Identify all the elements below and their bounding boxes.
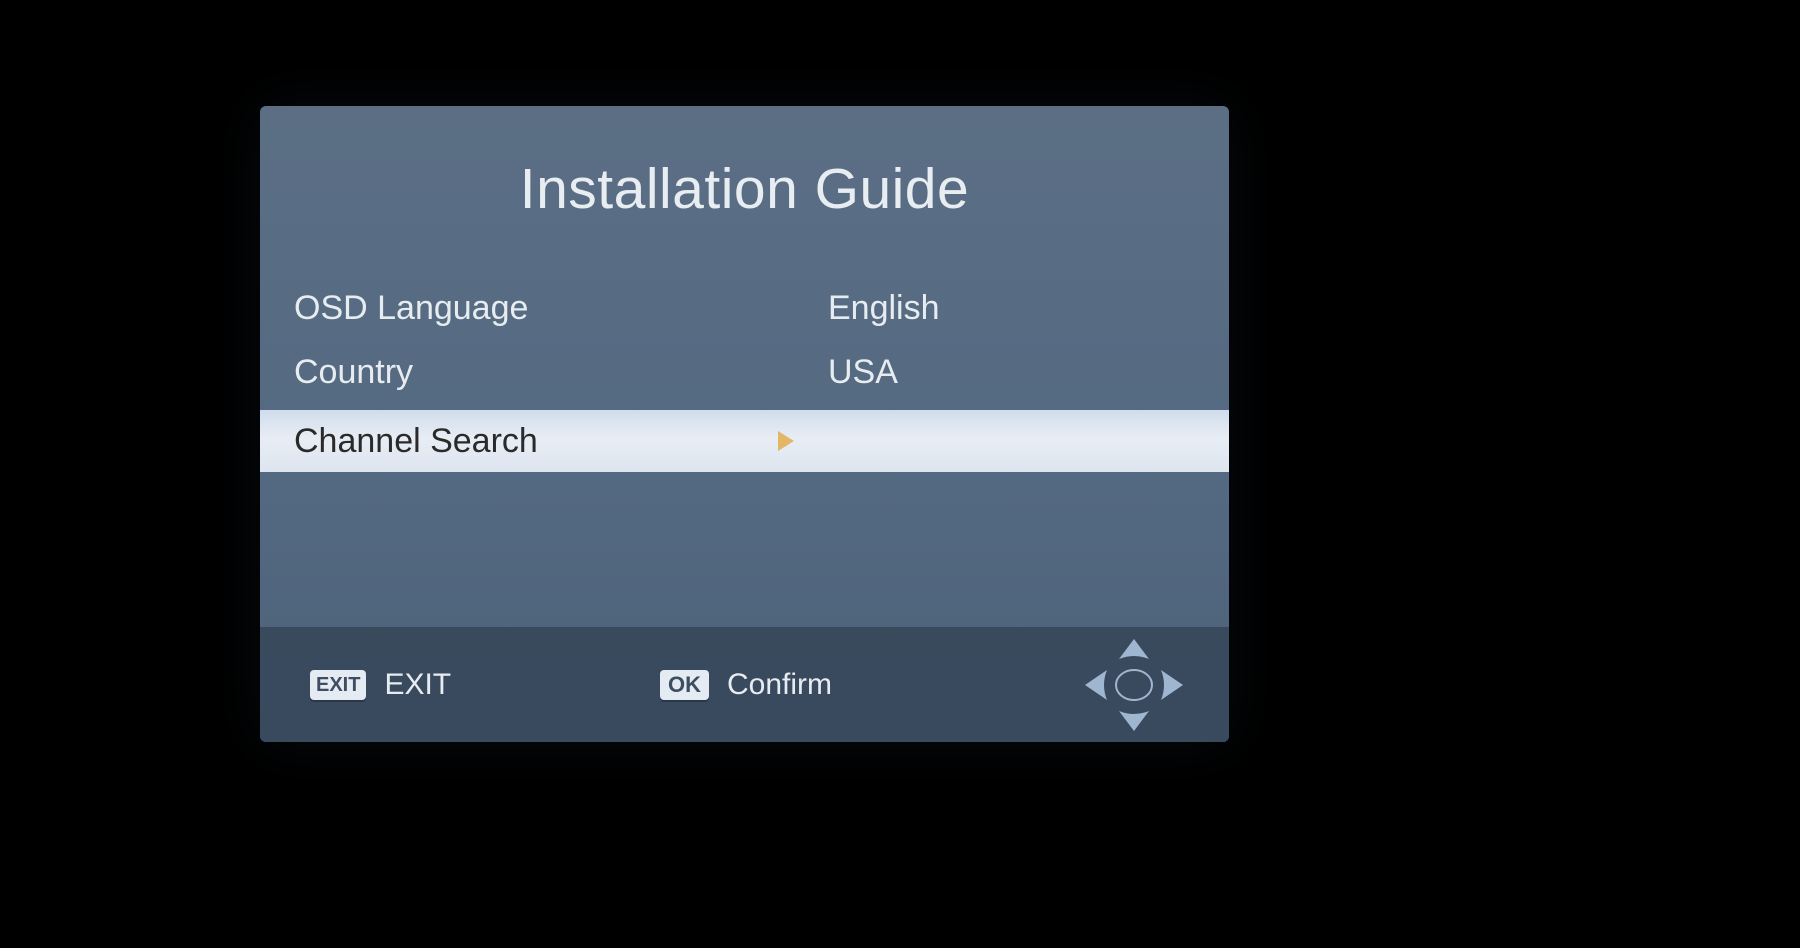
- exit-label: EXIT: [384, 668, 451, 702]
- menu-item-label: Country: [294, 353, 776, 392]
- menu: OSD Language English Country USA Channel…: [260, 276, 1229, 472]
- installation-guide-dialog: Installation Guide OSD Language English …: [260, 106, 1229, 742]
- confirm-hint[interactable]: OK Confirm: [660, 668, 832, 702]
- dialog-title: Installation Guide: [260, 156, 1229, 222]
- play-icon: [776, 429, 828, 453]
- menu-item-channel-search[interactable]: Channel Search: [260, 410, 1229, 472]
- ok-badge: OK: [660, 670, 709, 700]
- footer-bar: EXIT EXIT OK Confirm: [260, 627, 1229, 742]
- exit-badge: EXIT: [310, 670, 366, 700]
- exit-hint[interactable]: EXIT EXIT: [310, 668, 451, 702]
- menu-item-label: OSD Language: [294, 289, 776, 328]
- menu-item-value: English: [828, 289, 1189, 328]
- menu-item-country[interactable]: Country USA: [260, 340, 1229, 404]
- menu-item-label: Channel Search: [294, 422, 776, 461]
- confirm-label: Confirm: [727, 668, 832, 702]
- menu-item-osd-language[interactable]: OSD Language English: [260, 276, 1229, 340]
- menu-item-value: USA: [828, 353, 1189, 392]
- dpad-icon: [1079, 637, 1189, 733]
